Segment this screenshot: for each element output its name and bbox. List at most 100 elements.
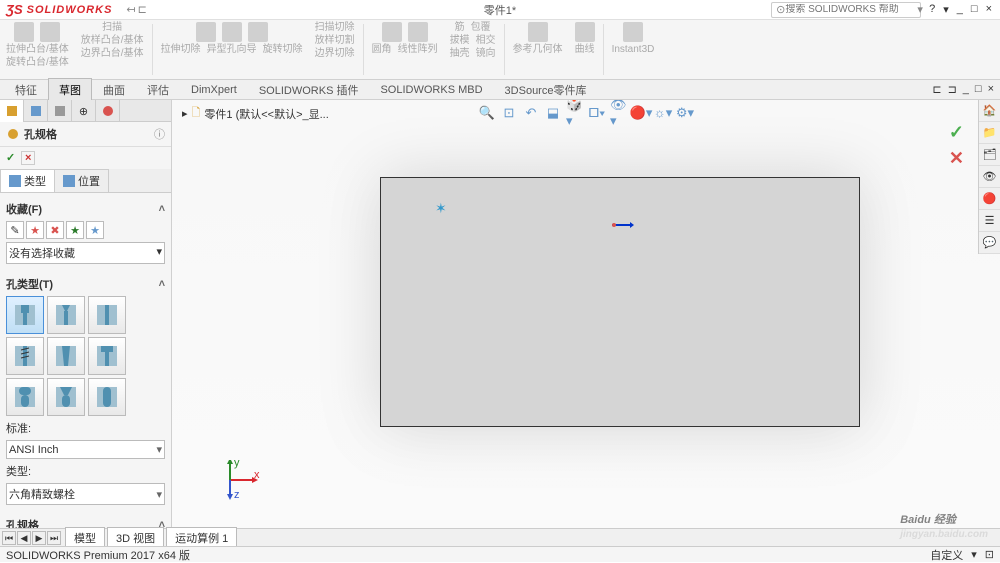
taskpane-resources-icon[interactable]: 🏠 — [979, 100, 1000, 122]
viewport-toolbar: 🔍 ⊡ ↶ ⬓ 🎲▾ 🞑▾ 👁▾ 🔴▾ ☼▾ ⚙▾ — [478, 104, 694, 122]
tab-dimxpert[interactable]: DimXpert — [180, 80, 248, 100]
sweep-label[interactable]: 扫描 — [102, 22, 122, 33]
taskpane-view-icon[interactable]: 👁 — [979, 166, 1000, 188]
zoom-area-icon[interactable]: ⊡ — [500, 104, 518, 122]
nav-first-icon[interactable]: ⏮ — [2, 531, 16, 545]
tab-surface[interactable]: 曲面 — [92, 78, 136, 102]
bottom-tab-model[interactable]: 模型 — [65, 527, 105, 548]
nav-last-icon[interactable]: ⏭ — [47, 531, 61, 545]
bottom-tab-motion[interactable]: 运动算例 1 — [166, 527, 237, 548]
appearance-icon[interactable]: 🔴▾ — [632, 104, 650, 122]
panel-tab-appear[interactable] — [96, 100, 120, 122]
tab-addins[interactable]: SOLIDWORKS 插件 — [248, 78, 370, 102]
pin-left-icon[interactable]: ↤ — [126, 3, 135, 16]
panel-tab-property[interactable] — [24, 100, 48, 122]
type-select[interactable]: 六角精致螺栓▾ — [6, 483, 165, 505]
bottom-tab-3dview[interactable]: 3D 视图 — [107, 527, 164, 548]
zoom-fit-icon[interactable]: 🔍 — [478, 104, 496, 122]
section-view-icon[interactable]: ⬓ — [544, 104, 562, 122]
view-settings-icon[interactable]: ⚙▾ — [676, 104, 694, 122]
hole-simple[interactable] — [88, 296, 126, 334]
confirm-corner-cancel[interactable]: ✕ — [949, 148, 964, 169]
chevron-up-icon[interactable]: ˄ — [159, 203, 165, 215]
cancel-button[interactable]: × — [21, 151, 35, 165]
curve-icon[interactable] — [575, 22, 595, 42]
hole-countersink[interactable] — [47, 296, 85, 334]
extrude-cut-icon[interactable] — [196, 22, 216, 42]
prev-view-icon[interactable]: ↶ — [522, 104, 540, 122]
confirm-corner-ok[interactable]: ✓ — [949, 122, 964, 143]
ref-geom-icon[interactable] — [528, 22, 548, 42]
hole-wizard-icon[interactable] — [222, 22, 242, 42]
fav-apply-icon[interactable]: ✎ — [6, 221, 24, 239]
taskpane-explorer-icon[interactable]: 🗂 — [979, 144, 1000, 166]
ok-button[interactable]: ✓ — [6, 151, 15, 165]
revolve-cut-icon[interactable] — [248, 22, 268, 42]
pin-right-icon[interactable]: ⊏ — [138, 3, 147, 16]
hide-show-icon[interactable]: 👁▾ — [610, 104, 628, 122]
doc-close-icon[interactable]: × — [988, 83, 994, 96]
fav-load-icon[interactable]: ★ — [86, 221, 104, 239]
pattern-icon[interactable] — [408, 22, 428, 42]
hole-pipe-tap[interactable] — [47, 337, 85, 375]
minimize-button[interactable]: _ — [957, 3, 963, 16]
maximize-button[interactable]: □ — [971, 3, 978, 16]
close-button[interactable]: × — [986, 3, 992, 16]
hole-tapped[interactable] — [6, 337, 44, 375]
hole-counterbore[interactable] — [6, 296, 44, 334]
status-icon[interactable]: ⊡ — [985, 548, 994, 561]
breadcrumb-text[interactable]: 零件1 (默认<<默认>_显... — [204, 106, 328, 122]
display-style-icon[interactable]: 🞑▾ — [588, 104, 606, 122]
status-custom[interactable]: 自定义 — [930, 547, 963, 563]
subtab-position[interactable]: 位置 — [54, 169, 109, 192]
help-dropdown-icon[interactable]: ▾ — [943, 3, 949, 16]
panel-help-icon[interactable]: ⓘ — [154, 126, 165, 142]
nav-prev-icon[interactable]: ◀ — [17, 531, 31, 545]
fav-save-icon[interactable]: ★ — [66, 221, 84, 239]
hole-legacy[interactable] — [88, 337, 126, 375]
status-dropdown-icon[interactable]: ▾ — [971, 548, 977, 561]
holetype-section: 孔类型(T)˄ 标准: ANSI Inch▾ 类型: 六角精致螺栓▾ — [0, 268, 171, 509]
revolve-boss-icon[interactable] — [40, 22, 60, 42]
help-button[interactable]: ? — [929, 3, 935, 16]
sketch-face[interactable] — [380, 177, 860, 427]
boundary-label[interactable]: 边界凸台/基体 — [81, 48, 144, 59]
tab-evaluate[interactable]: 评估 — [136, 78, 180, 102]
view-orient-icon[interactable]: 🎲▾ — [566, 104, 584, 122]
prev-doc-icon[interactable]: ⊏ — [932, 83, 941, 96]
taskpane-forum-icon[interactable]: 💬 — [979, 232, 1000, 254]
orientation-triad[interactable]: x y z — [222, 460, 262, 503]
tab-sketch[interactable]: 草图 — [48, 78, 92, 102]
subtab-type[interactable]: 类型 — [0, 169, 55, 192]
instant3d-icon[interactable] — [623, 22, 643, 42]
next-doc-icon[interactable]: ⊐ — [948, 83, 957, 96]
hole-slot-cb[interactable] — [6, 378, 44, 416]
search-box[interactable]: ⊙ ▾ — [771, 2, 921, 18]
favorites-select[interactable]: 没有选择收藏▾ — [6, 242, 165, 264]
nav-next-icon[interactable]: ▶ — [32, 531, 46, 545]
panel-tab-feature[interactable] — [0, 100, 24, 122]
doc-min-icon[interactable]: _ — [963, 83, 969, 96]
graphics-viewport[interactable]: ▸ 🗋 零件1 (默认<<默认>_显... 🔍 ⊡ ↶ ⬓ 🎲▾ 🞑▾ 👁▾ 🔴… — [172, 100, 1000, 543]
fav-add-icon[interactable]: ★ — [26, 221, 44, 239]
hole-slot-cs[interactable] — [47, 378, 85, 416]
tab-mbd[interactable]: SOLIDWORKS MBD — [369, 80, 493, 100]
chevron-up-icon[interactable]: ˄ — [159, 278, 165, 290]
fav-delete-icon[interactable]: ✖ — [46, 221, 64, 239]
scene-icon[interactable]: ☼▾ — [654, 104, 672, 122]
loft-label[interactable]: 放样凸台/基体 — [81, 35, 144, 46]
panel-tab-dim[interactable]: ⊕ — [72, 100, 96, 122]
extrude-boss-icon[interactable] — [14, 22, 34, 42]
doc-max-icon[interactable]: □ — [975, 83, 982, 96]
taskpane-library-icon[interactable]: 📁 — [979, 122, 1000, 144]
chevron-right-icon[interactable]: ▸ — [182, 107, 188, 120]
search-input[interactable] — [785, 4, 917, 15]
taskpane-appearance-icon[interactable]: 🔴 — [979, 188, 1000, 210]
tab-features[interactable]: 特征 — [4, 78, 48, 102]
standard-select[interactable]: ANSI Inch▾ — [6, 440, 165, 459]
hole-slot[interactable] — [88, 378, 126, 416]
taskpane-props-icon[interactable]: ☰ — [979, 210, 1000, 232]
tab-3dsource[interactable]: 3DSource零件库 — [494, 78, 598, 102]
panel-tab-config[interactable] — [48, 100, 72, 122]
fillet-icon[interactable] — [382, 22, 402, 42]
